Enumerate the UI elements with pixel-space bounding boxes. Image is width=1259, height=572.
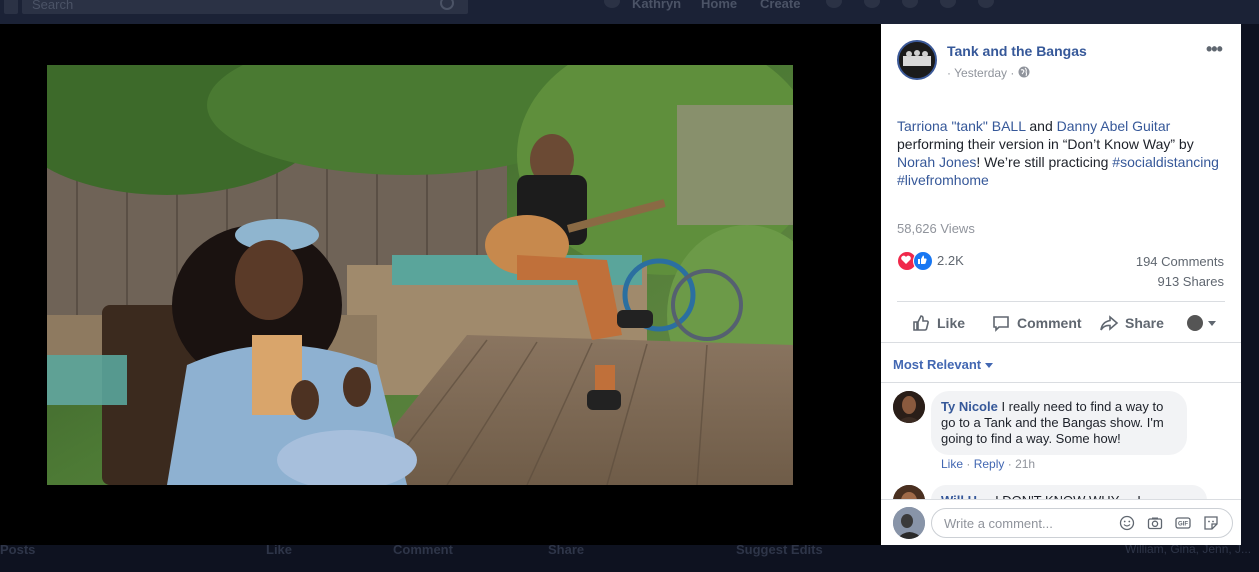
video-frame-image bbox=[47, 65, 793, 485]
band-photo-icon bbox=[899, 42, 935, 78]
mention-tank[interactable]: Tarriona "tank" BALL bbox=[897, 118, 1026, 134]
page-name-link[interactable]: Tank and the Bangas bbox=[947, 43, 1087, 59]
comments-count-link[interactable]: 194 Comments bbox=[1136, 254, 1224, 269]
view-count: 58,626 Views bbox=[897, 221, 975, 236]
posts-heading: Posts bbox=[0, 545, 36, 557]
comment-reply-link[interactable]: Reply bbox=[974, 457, 1005, 471]
share-as-avatar bbox=[1187, 315, 1203, 331]
search-icon[interactable] bbox=[440, 0, 454, 10]
nav-home[interactable]: Home bbox=[701, 0, 737, 11]
share-button-label: Share bbox=[1125, 315, 1164, 331]
comment-sort-dropdown[interactable]: Most Relevant bbox=[893, 357, 994, 372]
more-options-icon[interactable]: ••• bbox=[1206, 40, 1223, 58]
top-navigation-bar: Search Kathryn Home Create bbox=[0, 0, 1259, 24]
post-text-and: and bbox=[1025, 118, 1057, 134]
comment-author-link[interactable]: Ty Nicole bbox=[941, 399, 998, 414]
search-input[interactable]: Search bbox=[22, 0, 468, 14]
thumbs-up-icon bbox=[913, 315, 929, 331]
commenter-avatar[interactable] bbox=[893, 391, 925, 423]
nav-create[interactable]: Create bbox=[760, 0, 800, 11]
messenger-icon[interactable] bbox=[864, 0, 880, 8]
mention-norah[interactable]: Norah Jones bbox=[897, 154, 976, 170]
notifications-icon[interactable] bbox=[902, 0, 918, 8]
nav-profile-name[interactable]: Kathryn bbox=[632, 0, 681, 11]
profile-avatar-icon[interactable] bbox=[604, 0, 620, 8]
chevron-down-icon bbox=[1208, 321, 1216, 326]
background-comment-button: Comment bbox=[393, 545, 453, 557]
friends-icon[interactable] bbox=[826, 0, 842, 8]
share-arrow-icon bbox=[1100, 315, 1119, 331]
comment-icon bbox=[993, 316, 1009, 332]
emoji-icon[interactable] bbox=[1119, 515, 1135, 531]
background-feed-strip: Posts Like Comment Share Suggest Edits W… bbox=[0, 545, 1259, 572]
svg-text:GIF: GIF bbox=[1178, 522, 1188, 528]
chevron-down-icon bbox=[985, 363, 994, 369]
comment-bubble: Ty Nicole I really need to find a way to… bbox=[931, 391, 1187, 455]
page-avatar[interactable] bbox=[897, 40, 937, 80]
comment-input[interactable]: Write a comment... GIF bbox=[931, 508, 1233, 538]
background-suggest-edits: Suggest Edits bbox=[736, 545, 823, 557]
mention-danny[interactable]: Danny Abel Guitar bbox=[1057, 118, 1171, 134]
actions-divider bbox=[897, 301, 1225, 302]
share-as-selector[interactable] bbox=[1187, 313, 1217, 333]
comment-sort-label: Most Relevant bbox=[893, 357, 982, 372]
comment-time[interactable]: 21h bbox=[1015, 457, 1035, 471]
post-text-middle: performing their version in “Don’t Know … bbox=[897, 136, 1194, 152]
search-placeholder: Search bbox=[32, 0, 74, 12]
comment-composer: Write a comment... GIF bbox=[881, 499, 1241, 546]
hashtag-livefromhome[interactable]: #livefromhome bbox=[897, 172, 989, 188]
post-message: Tarriona "tank" BALL and Danny Abel Guit… bbox=[897, 117, 1231, 189]
comment-actions: Like · Reply · 21h bbox=[941, 457, 1036, 471]
comment-button-label: Comment bbox=[1017, 315, 1082, 331]
hashtag-socialdistancing[interactable]: #socialdistancing bbox=[1112, 154, 1219, 170]
comments-divider bbox=[881, 382, 1241, 383]
background-like-button: Like bbox=[266, 545, 293, 557]
like-reaction-icon bbox=[913, 251, 933, 271]
globe-icon bbox=[1018, 66, 1030, 78]
video-player[interactable] bbox=[47, 65, 793, 485]
post-side-panel: Tank and the Bangas · Yesterday · ••• Ta… bbox=[881, 24, 1241, 546]
current-user-avatar bbox=[893, 507, 925, 539]
shares-count-link[interactable]: 913 Shares bbox=[1158, 274, 1225, 289]
post-text-after: ! We’re still practicing bbox=[976, 154, 1113, 170]
like-button-label: Like bbox=[937, 315, 966, 331]
sticker-icon[interactable] bbox=[1203, 515, 1219, 531]
background-share-button: Share bbox=[548, 545, 585, 557]
comment-like-link[interactable]: Like bbox=[941, 457, 963, 471]
comment-input-placeholder: Write a comment... bbox=[944, 516, 1053, 531]
help-icon[interactable] bbox=[940, 0, 956, 8]
page-background-strip bbox=[1241, 24, 1259, 545]
facebook-logo-icon[interactable] bbox=[4, 0, 18, 14]
camera-icon[interactable] bbox=[1147, 515, 1163, 531]
account-menu-icon[interactable] bbox=[978, 0, 994, 8]
background-friends-text: William, Gina, Jenn, J... bbox=[1125, 545, 1252, 556]
gif-icon[interactable]: GIF bbox=[1175, 515, 1191, 531]
post-timestamp[interactable]: · Yesterday · bbox=[947, 66, 1014, 80]
reaction-count: 2.2K bbox=[937, 253, 964, 268]
